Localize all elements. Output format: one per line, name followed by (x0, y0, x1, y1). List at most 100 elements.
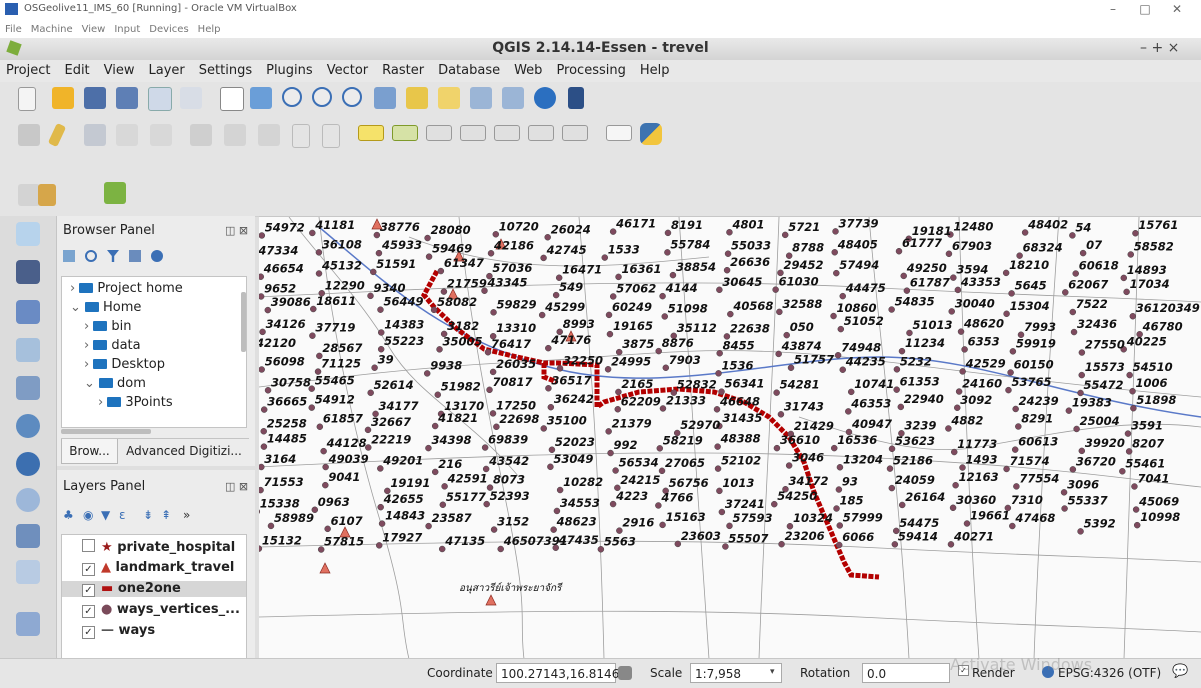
digitizing-tools-icon[interactable] (38, 184, 56, 206)
properties-icon[interactable] (151, 250, 163, 262)
save-project-icon[interactable] (84, 87, 106, 109)
minimize-button[interactable]: – (1098, 2, 1128, 18)
expander-icon[interactable]: › (84, 319, 93, 334)
help-icon[interactable] (568, 87, 584, 109)
move-feature-icon[interactable] (150, 124, 172, 146)
maximize-button[interactable]: □ (1130, 2, 1160, 18)
layer-visibility-checkbox[interactable] (82, 539, 95, 552)
refresh-icon[interactable] (85, 250, 97, 262)
open-project-icon[interactable] (52, 87, 74, 109)
menu-web[interactable]: Web (514, 63, 542, 78)
collapse-all-icon[interactable] (129, 250, 141, 262)
add-mssql-layer-icon[interactable] (16, 376, 40, 400)
add-vector-layer-icon[interactable] (16, 222, 40, 246)
add-wfs-layer-icon[interactable] (16, 488, 40, 512)
close-button[interactable]: ✕ (1162, 2, 1192, 18)
tab-advanced-digitizing[interactable]: Advanced Digitizi... (119, 439, 249, 463)
add-selected-icon[interactable] (63, 250, 75, 262)
vbox-menu-file[interactable]: File (5, 24, 22, 35)
layer-item[interactable]: ✓ ▬ one2one (62, 581, 246, 597)
more-tools-icon[interactable]: » (183, 508, 190, 522)
messages-icon[interactable]: 💬 (1172, 664, 1188, 679)
add-delimited-text-icon[interactable] (16, 524, 40, 548)
zoom-in-icon[interactable] (282, 87, 302, 107)
add-postgis-layer-icon[interactable] (16, 300, 40, 324)
browser-item[interactable]: › Project home (70, 281, 183, 296)
expander-icon[interactable]: › (98, 395, 107, 410)
browser-item[interactable]: › data (84, 338, 141, 353)
save-edits-icon[interactable] (84, 124, 106, 146)
menu-view[interactable]: View (104, 63, 135, 78)
python-console-icon[interactable] (640, 123, 662, 145)
refresh-icon[interactable] (534, 87, 556, 109)
expander-icon[interactable]: › (70, 281, 79, 296)
layer-item[interactable]: ✓ ▲ landmark_travel (82, 560, 234, 576)
layer-visibility-checkbox[interactable]: ✓ (82, 563, 95, 576)
panel-float-close-icons[interactable]: ◫ ⊠ (225, 224, 248, 237)
collapse-all-icon[interactable]: ⇞ (161, 508, 171, 522)
move-label-icon[interactable] (494, 125, 520, 141)
pan-to-selection-icon[interactable] (250, 87, 272, 109)
zoom-to-layer-icon[interactable] (438, 87, 460, 109)
menu-help[interactable]: Help (640, 63, 670, 78)
zoom-out-icon[interactable] (312, 87, 332, 107)
add-feature-icon[interactable] (116, 124, 138, 146)
browser-item[interactable]: › 3Points (98, 395, 173, 410)
filter-legend-icon[interactable]: ▼ (101, 508, 110, 522)
vbox-menu-devices[interactable]: Devices (149, 24, 188, 35)
expander-icon[interactable]: ⌄ (84, 376, 99, 391)
vbox-menu-input[interactable]: Input (114, 24, 140, 35)
pin-labels-icon[interactable] (426, 125, 452, 141)
layer-item[interactable]: ✓ — ways (82, 623, 155, 639)
paste-features-icon[interactable] (322, 124, 340, 148)
copy-features-icon[interactable] (292, 124, 310, 148)
scale-combobox[interactable]: 1:7,958 (690, 663, 782, 683)
cut-features-icon[interactable] (258, 124, 280, 146)
pan-hand-icon[interactable] (220, 87, 244, 111)
node-tool-icon[interactable] (190, 124, 212, 146)
browser-item[interactable]: ⌄ Home (70, 300, 141, 315)
zoom-next-icon[interactable] (502, 87, 524, 109)
chevron-down-icon[interactable]: ▾ (770, 667, 775, 677)
delete-selected-icon[interactable] (224, 124, 246, 146)
vbox-menu-view[interactable]: View (82, 24, 106, 35)
add-raster-layer-icon[interactable] (16, 260, 40, 284)
vbox-menu-machine[interactable]: Machine (31, 24, 73, 35)
map-canvas[interactable]: 54972 41181 38776 28080 10720 26024 46171 8191 4… (259, 216, 1201, 659)
menu-plugins[interactable]: Plugins (266, 63, 313, 78)
zoom-native-icon[interactable] (342, 87, 362, 107)
filter-icon[interactable] (107, 250, 119, 262)
new-print-composer-icon[interactable] (148, 87, 172, 111)
menu-project[interactable]: Project (6, 63, 50, 78)
extents-toggle-icon[interactable] (618, 666, 632, 680)
open-styling-icon[interactable]: ♣ (63, 508, 74, 522)
menu-raster[interactable]: Raster (382, 63, 424, 78)
expand-all-icon[interactable]: ⇟ (143, 508, 153, 522)
add-virtual-layer-icon[interactable] (16, 612, 40, 636)
browser-scrollbar[interactable] (241, 292, 246, 352)
label-icon[interactable] (358, 125, 384, 141)
visibility-icon[interactable]: ◉ (83, 508, 93, 522)
new-shapefile-icon[interactable] (16, 560, 40, 584)
menu-layer[interactable]: Layer (149, 63, 185, 78)
browser-item[interactable]: › bin (84, 319, 131, 334)
select-features-icon[interactable] (18, 184, 40, 206)
layer-labeling-icon[interactable] (392, 125, 418, 141)
new-project-icon[interactable] (18, 87, 36, 111)
vbox-menu-help[interactable]: Help (198, 24, 221, 35)
add-wcs-layer-icon[interactable] (16, 452, 40, 476)
zoom-to-selection-icon[interactable] (406, 87, 428, 109)
plugin-settings-icon[interactable] (104, 182, 126, 204)
add-spatialite-layer-icon[interactable] (16, 338, 40, 362)
csw-icon[interactable] (606, 125, 632, 141)
panel-float-close-icons[interactable]: ◫ ⊠ (225, 480, 248, 493)
browser-item[interactable]: ⌄ dom (84, 376, 146, 391)
filter-expression-icon[interactable]: ε (119, 508, 126, 522)
change-label-icon[interactable] (562, 125, 588, 141)
qgis-window-controls[interactable]: – + × (1140, 40, 1179, 56)
expander-icon[interactable]: › (84, 357, 93, 372)
zoom-last-icon[interactable] (470, 87, 492, 109)
menu-edit[interactable]: Edit (64, 63, 89, 78)
menu-settings[interactable]: Settings (199, 63, 252, 78)
rotation-field[interactable]: 0.0 (862, 663, 950, 683)
